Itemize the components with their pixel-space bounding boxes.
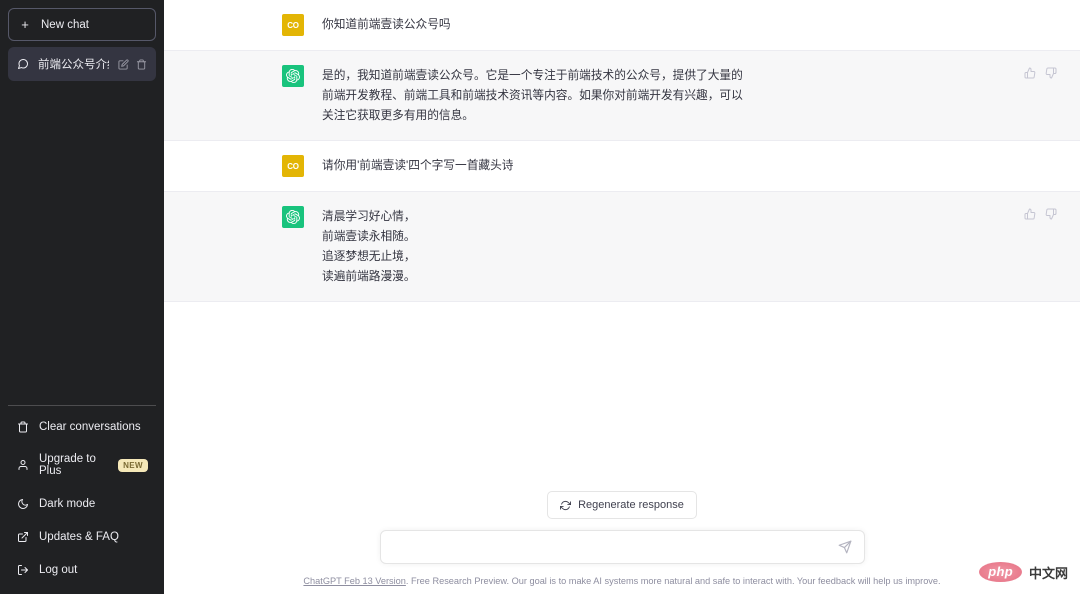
composer-area: Regenerate response ChatGPT Feb 13 Versi… — [164, 491, 1080, 594]
sidebar-item-dark-mode[interactable]: Dark mode — [8, 487, 156, 520]
new-chat-button[interactable]: + New chat — [8, 8, 156, 41]
poem-line: 追逐梦想无止境， — [322, 250, 416, 263]
status-badge: NEW — [118, 458, 148, 472]
sidebar: + New chat 前端公众号介绍 — [0, 0, 164, 594]
footer-text: . Free Research Preview. Our goal is to … — [405, 576, 941, 586]
message-input[interactable] — [392, 541, 832, 553]
sidebar-item-upgrade-to-plus[interactable]: Upgrade to Plus NEW — [8, 443, 156, 487]
conversation-title: 前端公众号介绍 — [38, 59, 109, 71]
conversation-actions — [118, 58, 147, 70]
regenerate-label: Regenerate response — [578, 499, 684, 511]
sidebar-item-label: Dark mode — [39, 497, 96, 510]
new-chat-label: New chat — [41, 18, 89, 31]
moon-icon — [16, 497, 29, 510]
message-text: 你知道前端壹读公众号吗 — [322, 18, 451, 31]
poem-line: 读遍前端路漫漫。 — [322, 270, 416, 283]
thumbs-down-icon[interactable] — [1045, 67, 1057, 79]
trash-icon — [16, 420, 29, 433]
composer-box[interactable] — [379, 530, 865, 564]
sidebar-item-label: Log out — [39, 563, 78, 576]
external-link-icon — [16, 530, 29, 543]
avatar — [282, 65, 304, 87]
poem-line: 前端壹读永相随。 — [322, 230, 416, 243]
sidebar-item-label: Clear conversations — [39, 420, 141, 433]
regenerate-wrap: Regenerate response — [164, 491, 1080, 519]
sidebar-footer-menu: Clear conversations Upgrade to Plus NEW — [8, 405, 156, 586]
avatar — [282, 206, 304, 228]
chat-bubble-icon — [17, 58, 29, 70]
poem-line: 清晨学习好心情， — [322, 210, 416, 223]
thumbs-up-icon[interactable] — [1024, 208, 1036, 220]
message-row-assistant: 是的，我知道前端壹读公众号。它是一个专注于前端技术的公众号，提供了大量的前端开发… — [164, 51, 1080, 141]
message-feedback — [1024, 67, 1057, 79]
thumbs-up-icon[interactable] — [1024, 67, 1036, 79]
trash-icon[interactable] — [136, 58, 147, 70]
conversation-list: 前端公众号介绍 — [8, 47, 156, 81]
watermark: php 中文网 — [979, 562, 1068, 582]
message-row-assistant: 清晨学习好心情， 前端壹读永相随。 追逐梦想无止境， 读遍前端路漫漫。 — [164, 192, 1080, 302]
thumbs-down-icon[interactable] — [1045, 208, 1057, 220]
message-text: 清晨学习好心情， 前端壹读永相随。 追逐梦想无止境， 读遍前端路漫漫。 — [322, 206, 752, 287]
watermark-site-text: 中文网 — [1028, 565, 1068, 581]
message-text: 是的，我知道前端壹读公众号。它是一个专注于前端技术的公众号，提供了大量的前端开发… — [322, 69, 743, 122]
sidebar-item-clear-conversations[interactable]: Clear conversations — [8, 410, 156, 443]
pencil-icon[interactable] — [118, 58, 129, 70]
message-row-user: CO 请你用'前端壹读'四个字写一首藏头诗 — [164, 141, 1080, 192]
send-icon[interactable] — [832, 540, 852, 554]
avatar: CO — [282, 14, 304, 36]
footer-disclaimer: ChatGPT Feb 13 Version. Free Research Pr… — [164, 576, 1080, 586]
sidebar-item-label: Updates & FAQ — [39, 530, 119, 543]
avatar: CO — [282, 155, 304, 177]
chatgpt-app: + New chat 前端公众号介绍 — [0, 0, 1080, 594]
main-panel: CO 你知道前端壹读公众号吗 是的，我知道前端壹读公众号。它是一个专注于前端技术… — [164, 0, 1080, 594]
sidebar-item-updates-faq[interactable]: Updates & FAQ — [8, 520, 156, 553]
user-icon — [16, 459, 29, 472]
sidebar-item-label: Upgrade to Plus — [39, 453, 96, 477]
message-row-user: CO 你知道前端壹读公众号吗 — [164, 0, 1080, 51]
refresh-icon — [560, 500, 572, 511]
conversation-item[interactable]: 前端公众号介绍 — [8, 47, 156, 81]
version-link[interactable]: ChatGPT Feb 13 Version — [303, 576, 405, 586]
plus-icon: + — [21, 17, 29, 32]
php-logo: php — [979, 562, 1022, 582]
logout-icon — [16, 563, 29, 576]
message-feedback — [1024, 208, 1057, 220]
sidebar-item-log-out[interactable]: Log out — [8, 553, 156, 586]
message-text: 请你用'前端壹读'四个字写一首藏头诗 — [322, 159, 514, 172]
composer-wrap — [164, 530, 1080, 564]
regenerate-response-button[interactable]: Regenerate response — [547, 491, 697, 519]
